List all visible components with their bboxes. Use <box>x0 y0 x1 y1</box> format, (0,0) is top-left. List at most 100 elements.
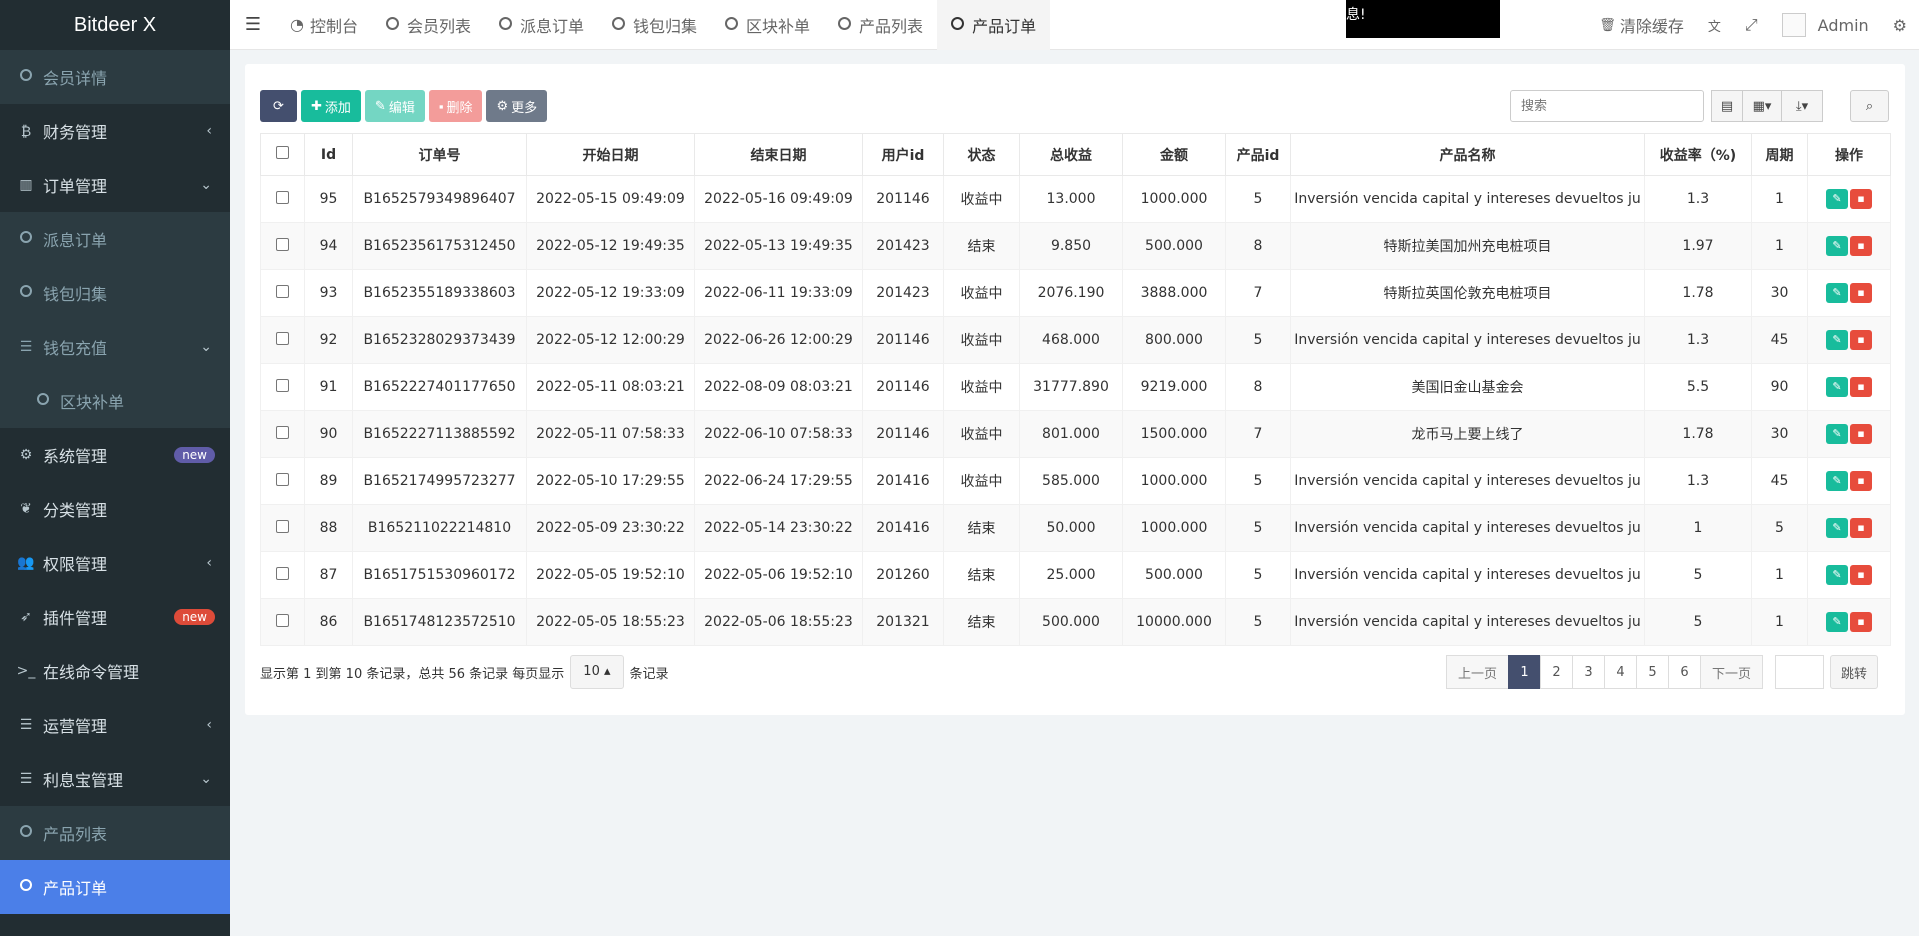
row-checkbox[interactable] <box>276 284 289 298</box>
sidebar-item-11[interactable]: >_ 在线命令管理 <box>0 644 230 698</box>
add-button[interactable]: ✚ 添加 <box>301 90 361 122</box>
more-button[interactable]: ⚙ 更多 <box>486 90 548 122</box>
table-row[interactable]: 94 B1652356175312450 2022-05-12 19:49:35 20… <box>260 222 1891 270</box>
refresh-button[interactable]: ⟳ <box>260 90 297 122</box>
sidebar-item-0[interactable]: 会员详情 <box>0 50 230 104</box>
search-icon[interactable]: ⌕ <box>1850 90 1889 122</box>
sidebar-item-1[interactable]: ₿ 财务管理 ‹ <box>0 104 230 158</box>
row-checkbox[interactable] <box>276 190 289 204</box>
clear-cache-button[interactable]: 🗑 清除缓存 <box>1587 13 1696 37</box>
page-2-button[interactable]: 2 <box>1540 655 1574 689</box>
table-row[interactable]: 93 B1652355189338603 2022-05-12 19:33:09 20… <box>260 269 1891 317</box>
column-header[interactable]: 开始日期 <box>526 133 695 176</box>
row-delete-icon[interactable]: ▪ <box>1850 612 1872 632</box>
columns-icon[interactable]: ▦▾ <box>1742 90 1782 122</box>
page-4-button[interactable]: 4 <box>1604 655 1638 689</box>
delete-button[interactable]: ▪ 删除 <box>428 90 483 122</box>
tab-2[interactable]: 派息订单 <box>485 0 598 50</box>
row-delete-icon[interactable]: ▪ <box>1850 283 1872 303</box>
fullscreen-icon[interactable]: ⤢ <box>1733 15 1770 35</box>
row-delete-icon[interactable]: ▪ <box>1850 565 1872 585</box>
select-all-checkbox[interactable] <box>276 146 289 159</box>
select-all-header[interactable] <box>260 133 305 176</box>
row-checkbox[interactable] <box>276 613 289 627</box>
row-edit-icon[interactable]: ✎ <box>1826 377 1848 397</box>
row-edit-icon[interactable]: ✎ <box>1826 612 1848 632</box>
column-header[interactable]: 结束日期 <box>694 133 863 176</box>
row-checkbox[interactable] <box>276 566 289 580</box>
page-5-button[interactable]: 5 <box>1636 655 1670 689</box>
table-row[interactable]: 91 B1652227401177650 2022-05-11 08:03:21 20… <box>260 363 1891 411</box>
next-page-button[interactable]: 下一页 <box>1700 655 1764 689</box>
tab-3[interactable]: 钱包归集 <box>598 0 711 50</box>
page-3-button[interactable]: 3 <box>1572 655 1606 689</box>
row-edit-icon[interactable]: ✎ <box>1826 283 1848 303</box>
settings-icon[interactable]: ⚙ <box>1881 16 1919 35</box>
tab-0[interactable]: ◔ 控制台 <box>276 0 372 50</box>
tab-5[interactable]: 产品列表 <box>824 0 937 50</box>
row-delete-icon[interactable]: ▪ <box>1850 518 1872 538</box>
column-header[interactable]: 订单号 <box>352 133 527 176</box>
column-header[interactable]: 产品名称 <box>1290 133 1645 176</box>
column-header[interactable]: 产品id <box>1225 133 1291 176</box>
table-row[interactable]: 95 B1652579349896407 2022-05-15 09:49:09 20… <box>260 175 1891 223</box>
sidebar-item-2[interactable]: ▥ 订单管理 ⌄ <box>0 158 230 212</box>
sidebar-item-9[interactable]: 👥 权限管理 ‹ <box>0 536 230 590</box>
user-menu[interactable]: Admin <box>1770 13 1881 37</box>
page-1-button[interactable]: 1 <box>1508 655 1542 689</box>
page-6-button[interactable]: 6 <box>1668 655 1702 689</box>
row-delete-icon[interactable]: ▪ <box>1850 424 1872 444</box>
sidebar-item-13[interactable]: ☰ 利息宝管理 ⌄ <box>0 752 230 806</box>
column-header[interactable]: 金额 <box>1122 133 1226 176</box>
row-delete-icon[interactable]: ▪ <box>1850 330 1872 350</box>
row-edit-icon[interactable]: ✎ <box>1826 189 1848 209</box>
prev-page-button[interactable]: 上一页 <box>1446 655 1510 689</box>
row-checkbox[interactable] <box>276 472 289 486</box>
row-edit-icon[interactable]: ✎ <box>1826 236 1848 256</box>
row-checkbox[interactable] <box>276 425 289 439</box>
language-icon[interactable]: 文 <box>1696 16 1733 35</box>
sidebar-item-5[interactable]: ☰ 钱包充值 ⌄ <box>0 320 230 374</box>
row-checkbox[interactable] <box>276 519 289 533</box>
jump-button[interactable]: 跳转 <box>1830 655 1879 689</box>
row-checkbox[interactable] <box>276 378 289 392</box>
sidebar-item-15[interactable]: 产品订单 <box>0 860 230 914</box>
column-header[interactable]: Id <box>304 133 353 176</box>
sidebar-item-10[interactable]: ➶ 插件管理 new <box>0 590 230 644</box>
brand-logo[interactable]: Bitdeer X <box>0 0 230 50</box>
row-checkbox[interactable] <box>276 237 289 251</box>
row-checkbox[interactable] <box>276 331 289 345</box>
sidebar-item-14[interactable]: 产品列表 <box>0 806 230 860</box>
row-edit-icon[interactable]: ✎ <box>1826 471 1848 491</box>
sidebar-item-7[interactable]: ⚙ 系统管理 new <box>0 428 230 482</box>
menu-toggle-icon[interactable]: ☰ <box>230 14 276 35</box>
column-header[interactable]: 用户id <box>862 133 944 176</box>
sidebar-item-8[interactable]: ❦ 分类管理 <box>0 482 230 536</box>
table-row[interactable]: 88 B165211022214810 2022-05-09 23:30:22 202… <box>260 504 1891 552</box>
tab-1[interactable]: 会员列表 <box>372 0 485 50</box>
export-icon[interactable]: ⤓▾ <box>1781 90 1823 122</box>
row-edit-icon[interactable]: ✎ <box>1826 565 1848 585</box>
table-row[interactable]: 92 B1652328029373439 2022-05-12 12:00:29 20… <box>260 316 1891 364</box>
table-row[interactable]: 89 B1652174995723277 2022-05-10 17:29:55 20… <box>260 457 1891 505</box>
table-row[interactable]: 87 B1651751530960172 2022-05-05 19:52:10 20… <box>260 551 1891 599</box>
row-edit-icon[interactable]: ✎ <box>1826 330 1848 350</box>
sidebar-item-6[interactable]: 区块补单 <box>0 374 230 428</box>
sidebar-item-12[interactable]: ☰ 运营管理 ‹ <box>0 698 230 752</box>
table-row[interactable]: 86 B1651748123572510 2022-05-05 18:55:23 20… <box>260 598 1891 646</box>
page-size-select[interactable]: 10 ▴ <box>570 655 624 689</box>
column-header[interactable]: 周期 <box>1751 133 1808 176</box>
table-row[interactable]: 90 B1652227113885592 2022-05-11 07:58:33 20… <box>260 410 1891 458</box>
search-input[interactable] <box>1510 90 1704 122</box>
tab-6[interactable]: 产品订单 <box>937 0 1051 50</box>
edit-button[interactable]: ✎ 编辑 <box>364 90 425 122</box>
row-delete-icon[interactable]: ▪ <box>1850 471 1872 491</box>
column-header[interactable]: 状态 <box>943 133 1020 176</box>
row-edit-icon[interactable]: ✎ <box>1826 518 1848 538</box>
card-view-icon[interactable]: ▤ <box>1711 90 1743 122</box>
row-delete-icon[interactable]: ▪ <box>1850 377 1872 397</box>
column-header[interactable]: 操作 <box>1807 133 1891 176</box>
row-delete-icon[interactable]: ▪ <box>1850 236 1872 256</box>
tab-4[interactable]: 区块补单 <box>711 0 824 50</box>
sidebar-item-4[interactable]: 钱包归集 <box>0 266 230 320</box>
